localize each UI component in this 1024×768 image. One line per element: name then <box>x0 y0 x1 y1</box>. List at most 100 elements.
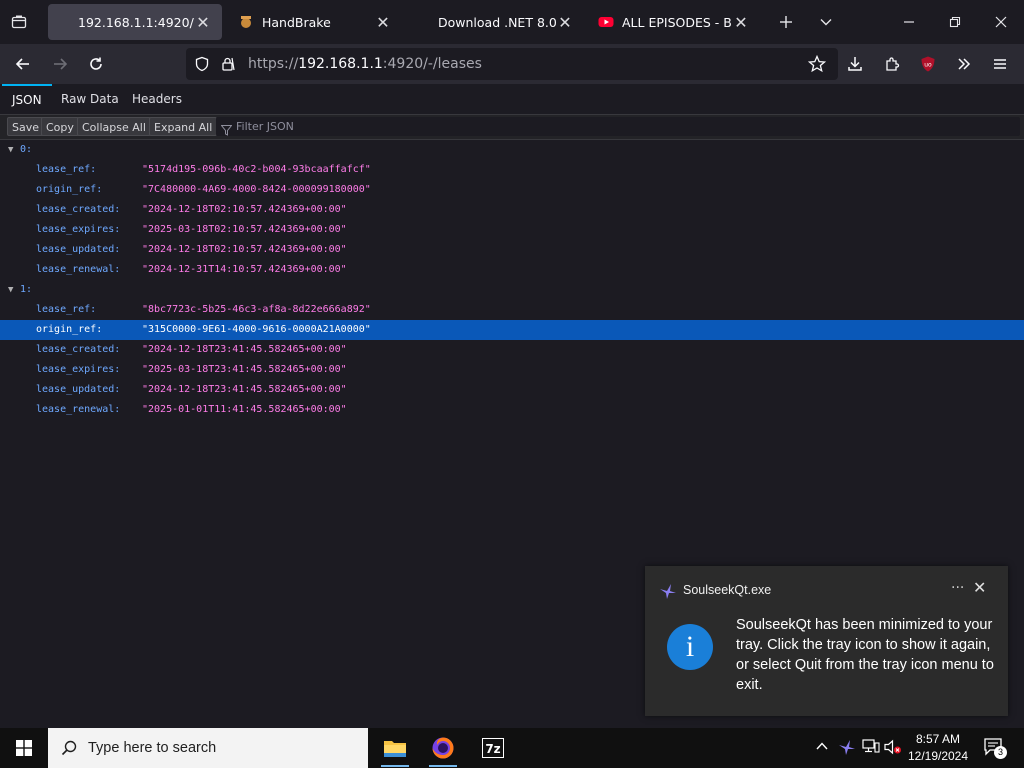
tab-headers[interactable]: Headers <box>122 84 192 114</box>
close-icon[interactable]: ✕ <box>556 13 574 32</box>
json-key: lease_expires: <box>36 364 121 375</box>
back-arrow-icon[interactable] <box>9 50 37 78</box>
json-index: 1: <box>20 284 33 295</box>
json-row[interactable]: lease_updated: "2024-12-18T02:10:57.42436… <box>0 240 1024 260</box>
url-path: :4920/-/leases <box>382 56 482 72</box>
toast-message: SoulseekQt has been minimized to your tr… <box>736 617 994 693</box>
expand-triangle-icon[interactable]: ▼ <box>8 140 13 160</box>
soulseek-tray-icon[interactable] <box>838 738 856 760</box>
app-menu-hamburger-icon[interactable] <box>986 50 1014 78</box>
expand-all-button[interactable]: Expand All <box>149 117 218 136</box>
address-bar[interactable]: https://192.168.1.1:4920/-/leases <box>186 48 838 80</box>
json-value: "2024-12-18T02:10:57.424369+00:00" <box>142 204 347 215</box>
tab-json[interactable]: JSON <box>2 84 52 116</box>
info-icon: i <box>667 624 713 670</box>
json-value: "2024-12-31T14:10:57.424369+00:00" <box>142 264 347 275</box>
more-tools-chevrons-icon[interactable] <box>950 50 978 78</box>
tracking-protection-shield-icon[interactable] <box>194 56 210 76</box>
taskbar-clock[interactable]: 8:57 AM 12/19/2024 <box>904 731 972 765</box>
json-value: "5174d195-096b-40c2-b004-93bcaaffafcf" <box>142 164 371 175</box>
show-hidden-icons-chevron-up-icon[interactable] <box>815 739 829 757</box>
json-row[interactable]: lease_created: "2024-12-18T23:41:45.58246… <box>0 340 1024 360</box>
expand-triangle-icon[interactable]: ▼ <box>8 280 13 300</box>
close-icon[interactable]: ✕ <box>732 13 750 32</box>
taskbar-search-input[interactable]: Type here to search <box>48 728 368 768</box>
json-key: lease_ref: <box>36 164 97 175</box>
json-toolbar: Save Copy Collapse All Expand All Filter… <box>0 115 1024 140</box>
json-row[interactable]: lease_expires: "2025-03-18T23:41:45.58246… <box>0 360 1024 380</box>
json-key: lease_renewal: <box>36 404 121 415</box>
firefox-view-icon[interactable] <box>4 8 34 36</box>
json-value: "2024-12-18T23:41:45.582465+00:00" <box>142 384 347 395</box>
extensions-puzzle-icon[interactable] <box>878 50 906 78</box>
notification-center-icon[interactable]: 3 <box>983 736 1007 762</box>
restore-icon[interactable] <box>940 8 970 36</box>
json-key: lease_updated: <box>36 244 121 255</box>
7zip-icon[interactable]: 7z <box>469 728 517 768</box>
bookmark-star-icon[interactable] <box>807 54 827 77</box>
file-explorer-icon[interactable] <box>371 728 419 768</box>
new-tab-plus-icon[interactable] <box>771 8 801 36</box>
json-row-selected[interactable]: origin_ref: "315C0000-9E61-4000-9616-0000… <box>0 320 1024 340</box>
reload-icon[interactable] <box>82 50 110 78</box>
filter-json-input[interactable]: Filter JSON <box>216 117 1020 136</box>
json-value: "2025-03-18T02:10:57.424369+00:00" <box>142 224 347 235</box>
minimize-icon[interactable] <box>894 8 924 36</box>
json-row[interactable]: lease_created: "2024-12-18T02:10:57.42436… <box>0 200 1024 220</box>
json-row[interactable]: lease_renewal: "2025-01-01T11:41:45.58246… <box>0 400 1024 420</box>
json-key: lease_updated: <box>36 384 121 395</box>
filter-placeholder: Filter JSON <box>236 120 294 133</box>
soulseek-bird-icon <box>659 582 677 604</box>
close-icon[interactable]: ✕ <box>973 578 986 597</box>
json-row[interactable]: lease_renewal: "2024-12-31T14:10:57.42436… <box>0 260 1024 280</box>
svg-text:7z: 7z <box>485 742 500 756</box>
collapse-all-button[interactable]: Collapse All <box>77 117 151 136</box>
json-row[interactable]: lease_updated: "2024-12-18T23:41:45.58246… <box>0 380 1024 400</box>
tab-title: ALL EPISODES - Battle for Dream Island <box>622 14 732 30</box>
volume-muted-icon[interactable] <box>884 739 902 759</box>
save-button[interactable]: Save <box>7 117 45 136</box>
filter-funnel-icon <box>220 121 233 140</box>
json-key: origin_ref: <box>36 184 103 195</box>
json-viewer-tabs: JSON Raw Data Headers <box>0 84 1024 115</box>
url-text[interactable]: https://192.168.1.1:4920/-/leases <box>248 56 482 72</box>
notification-count-badge: 3 <box>994 746 1007 759</box>
network-icon[interactable] <box>862 739 880 759</box>
taskbar: Type here to search 7z 8:57 AM 12/19/202… <box>0 728 1024 768</box>
list-tabs-chevron-down-icon[interactable] <box>811 8 841 36</box>
json-key: origin_ref: <box>36 324 103 335</box>
json-row[interactable]: origin_ref: "7C480000-4A69-4000-8424-0000… <box>0 180 1024 200</box>
tab-handbrake[interactable]: HandBrake ✕ <box>228 4 402 40</box>
json-row[interactable]: lease_ref: "8bc7723c-5b25-46c3-af8a-8d22e… <box>0 300 1024 320</box>
clock-time: 8:57 AM <box>915 732 961 746</box>
firefox-icon[interactable] <box>419 728 467 768</box>
windows-start-icon[interactable] <box>0 728 48 768</box>
lock-warning-icon[interactable] <box>220 56 236 76</box>
json-value: "2024-12-18T02:10:57.424369+00:00" <box>142 244 347 255</box>
youtube-icon <box>598 14 614 30</box>
forward-arrow-icon[interactable] <box>46 50 74 78</box>
json-group-0[interactable]: ▼ 0: <box>0 140 1024 160</box>
json-value: "8bc7723c-5b25-46c3-af8a-8d22e666a892" <box>142 304 371 315</box>
json-key: lease_expires: <box>36 224 121 235</box>
json-row[interactable]: lease_expires: "2025-03-18T02:10:57.42436… <box>0 220 1024 240</box>
copy-button[interactable]: Copy <box>41 117 79 136</box>
url-host: 192.168.1.1 <box>298 56 383 72</box>
json-value: "2024-12-18T23:41:45.582465+00:00" <box>142 344 347 355</box>
json-row[interactable]: lease_ref: "5174d195-096b-40c2-b004-93bca… <box>0 160 1024 180</box>
tab-bfdi[interactable]: ALL EPISODES - Battle for Dream Island ✕ <box>588 4 760 40</box>
tab-raw-data[interactable]: Raw Data <box>51 84 129 114</box>
json-key: lease_created: <box>36 344 121 355</box>
downloads-icon[interactable] <box>841 50 869 78</box>
more-options-icon[interactable]: ··· <box>951 580 964 596</box>
tab-leases[interactable]: 192.168.1.1:4920/-/leases ✕ <box>48 4 222 40</box>
window-close-icon[interactable] <box>986 8 1016 36</box>
close-icon[interactable]: ✕ <box>194 13 212 32</box>
close-icon[interactable]: ✕ <box>374 13 392 32</box>
tab-title: HandBrake <box>262 14 331 30</box>
json-group-1[interactable]: ▼ 1: <box>0 280 1024 300</box>
ublock-origin-icon[interactable]: uo <box>914 50 942 78</box>
toast-app-name: SoulseekQt.exe <box>683 583 772 597</box>
toast-notification[interactable]: SoulseekQt.exe ··· ✕ i SoulseekQt has be… <box>645 566 1008 716</box>
tab-dotnet[interactable]: Download .NET 8.0 Desktop Runtime ✕ <box>408 4 584 40</box>
